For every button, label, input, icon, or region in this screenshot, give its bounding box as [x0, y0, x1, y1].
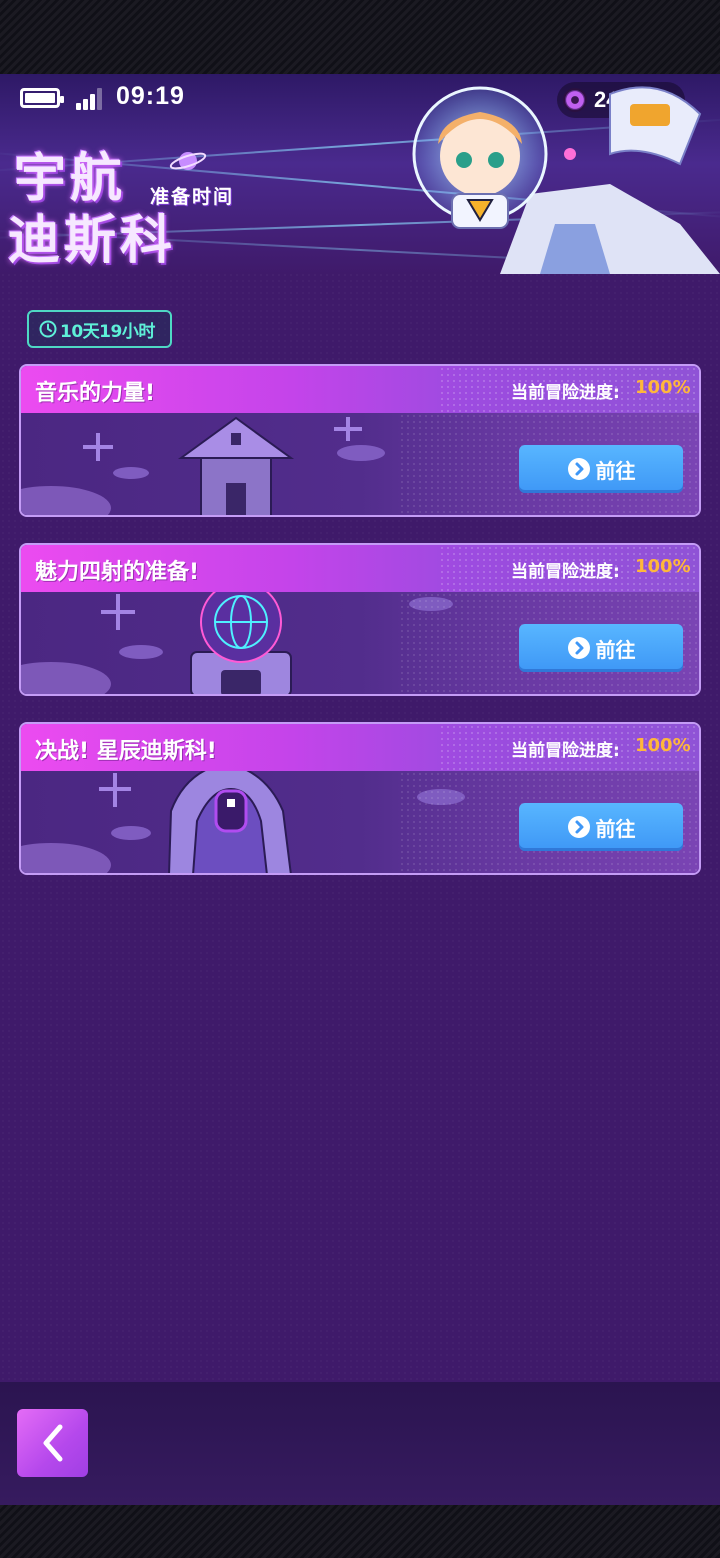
progress-value: 100%	[635, 735, 691, 756]
game-screen: 09:19 24 宇航 准备时间 迪斯科 10天19小时 音乐的力量! 当前冒险…	[0, 74, 720, 1505]
clock-icon	[39, 320, 57, 338]
event-logo: 宇航 准备时间 迪斯科	[8, 136, 258, 274]
progress-value: 100%	[635, 377, 691, 398]
progress-label: 当前冒险进度:	[511, 383, 620, 403]
chevron-left-icon	[43, 1424, 62, 1462]
go-button[interactable]: 前往	[519, 445, 683, 493]
signal-icon	[76, 88, 102, 110]
go-button[interactable]: 前往	[519, 803, 683, 851]
battery-icon	[20, 88, 64, 108]
go-button-label: 前往	[595, 637, 636, 662]
go-button-label: 前往	[595, 816, 636, 841]
card-title: 魅力四射的准备!	[35, 560, 200, 585]
astronaut-character-art	[412, 86, 720, 274]
card-title: 决战! 星辰迪斯科!	[35, 739, 217, 764]
logo-line-2: 迪斯科	[8, 211, 177, 271]
adventure-card[interactable]: 决战! 星辰迪斯科! 当前冒险进度: 100% 前往	[19, 722, 701, 875]
clock: 09:19	[116, 82, 185, 110]
arrow-circle-right-icon	[567, 816, 590, 838]
adventure-card[interactable]: 魅力四射的准备! 当前冒险进度: 100% 前往	[19, 543, 701, 696]
adventure-card[interactable]: 音乐的力量! 当前冒险进度: 100% 前往	[19, 364, 701, 517]
header-banner: 09:19 24 宇航 准备时间 迪斯科	[0, 74, 720, 274]
arrow-circle-right-icon	[567, 458, 590, 480]
planet-icon	[169, 152, 207, 170]
go-button[interactable]: 前往	[519, 624, 683, 672]
progress-label: 当前冒险进度:	[511, 741, 620, 761]
card-title: 音乐的力量!	[35, 381, 156, 406]
progress-value: 100%	[635, 556, 691, 577]
go-button-label: 前往	[595, 458, 636, 483]
top-bezel	[0, 0, 720, 74]
back-button[interactable]	[17, 1409, 88, 1477]
bottom-bar	[0, 1382, 720, 1505]
event-timer-badge: 10天19小时	[27, 310, 172, 348]
progress-label: 当前冒险进度:	[511, 562, 620, 582]
bottom-bezel	[0, 1505, 720, 1558]
arrow-circle-right-icon	[567, 637, 590, 659]
timer-text: 10天19小时	[60, 321, 155, 342]
